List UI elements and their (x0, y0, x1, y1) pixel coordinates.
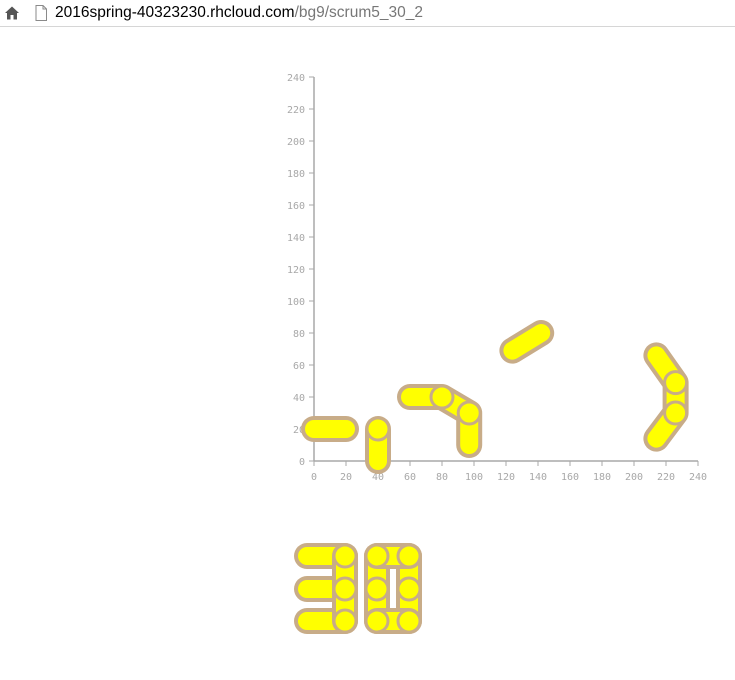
y-tick-label: 80 (293, 329, 305, 340)
x-tick-label: 60 (404, 472, 416, 483)
x-tick-label: 80 (436, 472, 448, 483)
y-tick-label: 240 (287, 73, 305, 84)
joint-circle (429, 384, 455, 410)
x-tick-label: 180 (593, 472, 611, 483)
x-tick-label: 220 (657, 472, 675, 483)
digit-joint-circle (396, 576, 422, 602)
joint-circle (663, 370, 689, 396)
browser-address-bar[interactable]: 2016spring-40323230.rhcloud.com/bg9/scru… (0, 0, 735, 27)
y-tick-label: 0 (299, 457, 305, 468)
page-icon (35, 5, 47, 21)
y-tick-label: 60 (293, 361, 305, 372)
y-tick-label: 220 (287, 105, 305, 116)
x-tick-label: 140 (529, 472, 547, 483)
y-tick-label: 120 (287, 265, 305, 276)
joint-circle (456, 400, 482, 426)
digit-joint-circle (396, 543, 422, 569)
y-tick-label: 100 (287, 297, 305, 308)
x-tick-label: 160 (561, 472, 579, 483)
digit-joint-circle (332, 608, 358, 634)
x-tick-label: 20 (340, 472, 352, 483)
x-tick-label: 0 (311, 472, 317, 483)
y-tick-label: 180 (287, 169, 305, 180)
digit-joint-circle (364, 543, 390, 569)
x-tick-label: 240 (689, 472, 707, 483)
x-tick-label: 100 (465, 472, 483, 483)
digit-joint-circle (396, 608, 422, 634)
home-icon[interactable] (4, 5, 20, 21)
y-tick-label: 140 (287, 233, 305, 244)
x-tick-label: 200 (625, 472, 643, 483)
joint-circle (365, 416, 391, 442)
y-tick-label: 40 (293, 393, 305, 404)
x-tick-label: 120 (497, 472, 515, 483)
url-host: 2016spring-40323230.rhcloud.com (55, 4, 295, 21)
digit-joint-circle (364, 608, 390, 634)
y-tick-label: 160 (287, 201, 305, 212)
joint-circle (663, 400, 689, 426)
drawing-canvas: 0 20 40 60 80 100 120 140 160 180 200 220 2400204060… (287, 73, 707, 634)
digit-joint-circle (332, 543, 358, 569)
y-tick-label: 200 (287, 137, 305, 148)
url-path: /bg9/scrum5_30_2 (294, 4, 423, 21)
url-text[interactable]: 2016spring-40323230.rhcloud.com/bg9/scru… (55, 3, 423, 23)
digit-joint-circle (332, 576, 358, 602)
digit-joint-circle (364, 576, 390, 602)
